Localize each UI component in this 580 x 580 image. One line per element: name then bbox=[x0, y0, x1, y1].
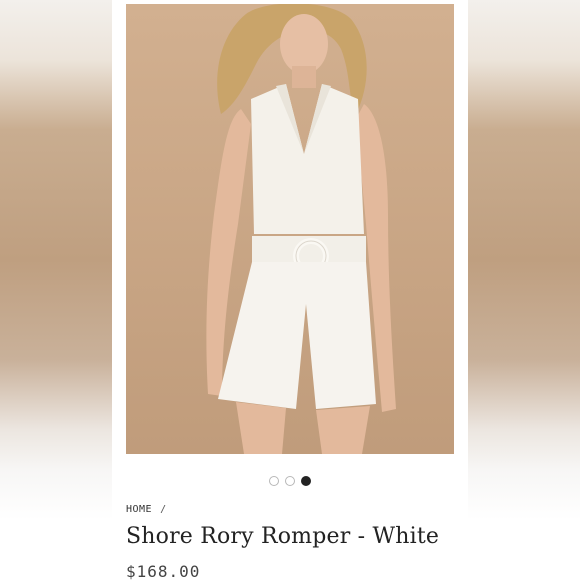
gallery-dot-3[interactable] bbox=[301, 476, 311, 486]
gallery-pagination bbox=[112, 476, 468, 490]
gallery-dot-1[interactable] bbox=[269, 476, 279, 486]
product-card: HOME / Shore Rory Romper - White $168.00 bbox=[112, 0, 468, 580]
breadcrumb-separator: / bbox=[160, 504, 167, 515]
blurred-backdrop-left bbox=[0, 0, 112, 580]
screenshot-frame: HOME / Shore Rory Romper - White $168.00 bbox=[0, 0, 580, 580]
gallery-dot-2[interactable] bbox=[285, 476, 295, 486]
product-title: Shore Rory Romper - White bbox=[126, 524, 440, 549]
product-price: $168.00 bbox=[126, 562, 201, 580]
blurred-backdrop-right bbox=[468, 0, 580, 580]
breadcrumb-home-link[interactable]: HOME bbox=[126, 504, 152, 515]
product-image[interactable] bbox=[126, 4, 454, 454]
model-illustration bbox=[126, 4, 454, 454]
breadcrumb: HOME / bbox=[126, 504, 167, 515]
